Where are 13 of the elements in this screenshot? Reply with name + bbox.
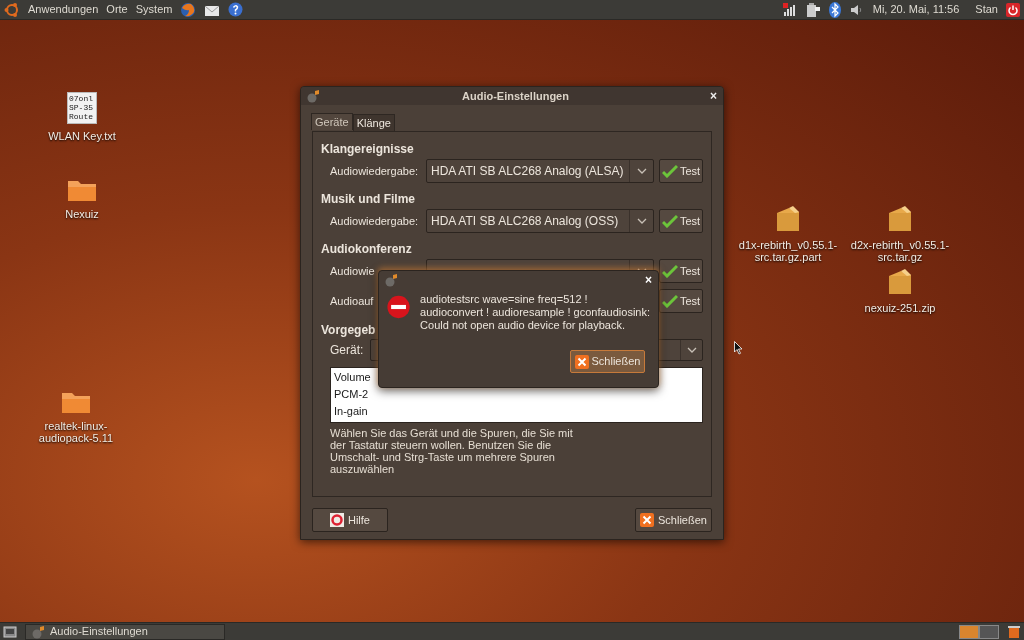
section-heading: Audiokonferenz [321, 241, 412, 256]
section-heading: Musik und Filme [321, 191, 415, 206]
text-file-icon: 07onl SP-35 Route [67, 92, 97, 124]
error-message: audiotestsrc wave=sine freq=512 ! audioconvert ! audioresample ! gconfaudiosink: Could not open audio device for playback. [420, 293, 650, 332]
hint-text: Wählen Sie das Gerät und die Spuren, die Sie mit der Tastatur steuern wollen. Benutzen Sie die Umschalt- und Strg-Taste um mehrere Spuren auszuwählen [330, 427, 573, 475]
field-label: Gerät: [330, 342, 364, 359]
section-heading: Vorgegeb [321, 322, 376, 337]
field-label: Audioauf [330, 293, 374, 309]
field-label: Audiowie [330, 263, 375, 279]
section-heading: Klangereignisse [321, 141, 414, 156]
field-label: Audiowiedergabe: [330, 213, 419, 229]
window-title: Audio-Einstellungen [461, 88, 570, 104]
field-label: Audiowiedergabe: [330, 163, 419, 179]
